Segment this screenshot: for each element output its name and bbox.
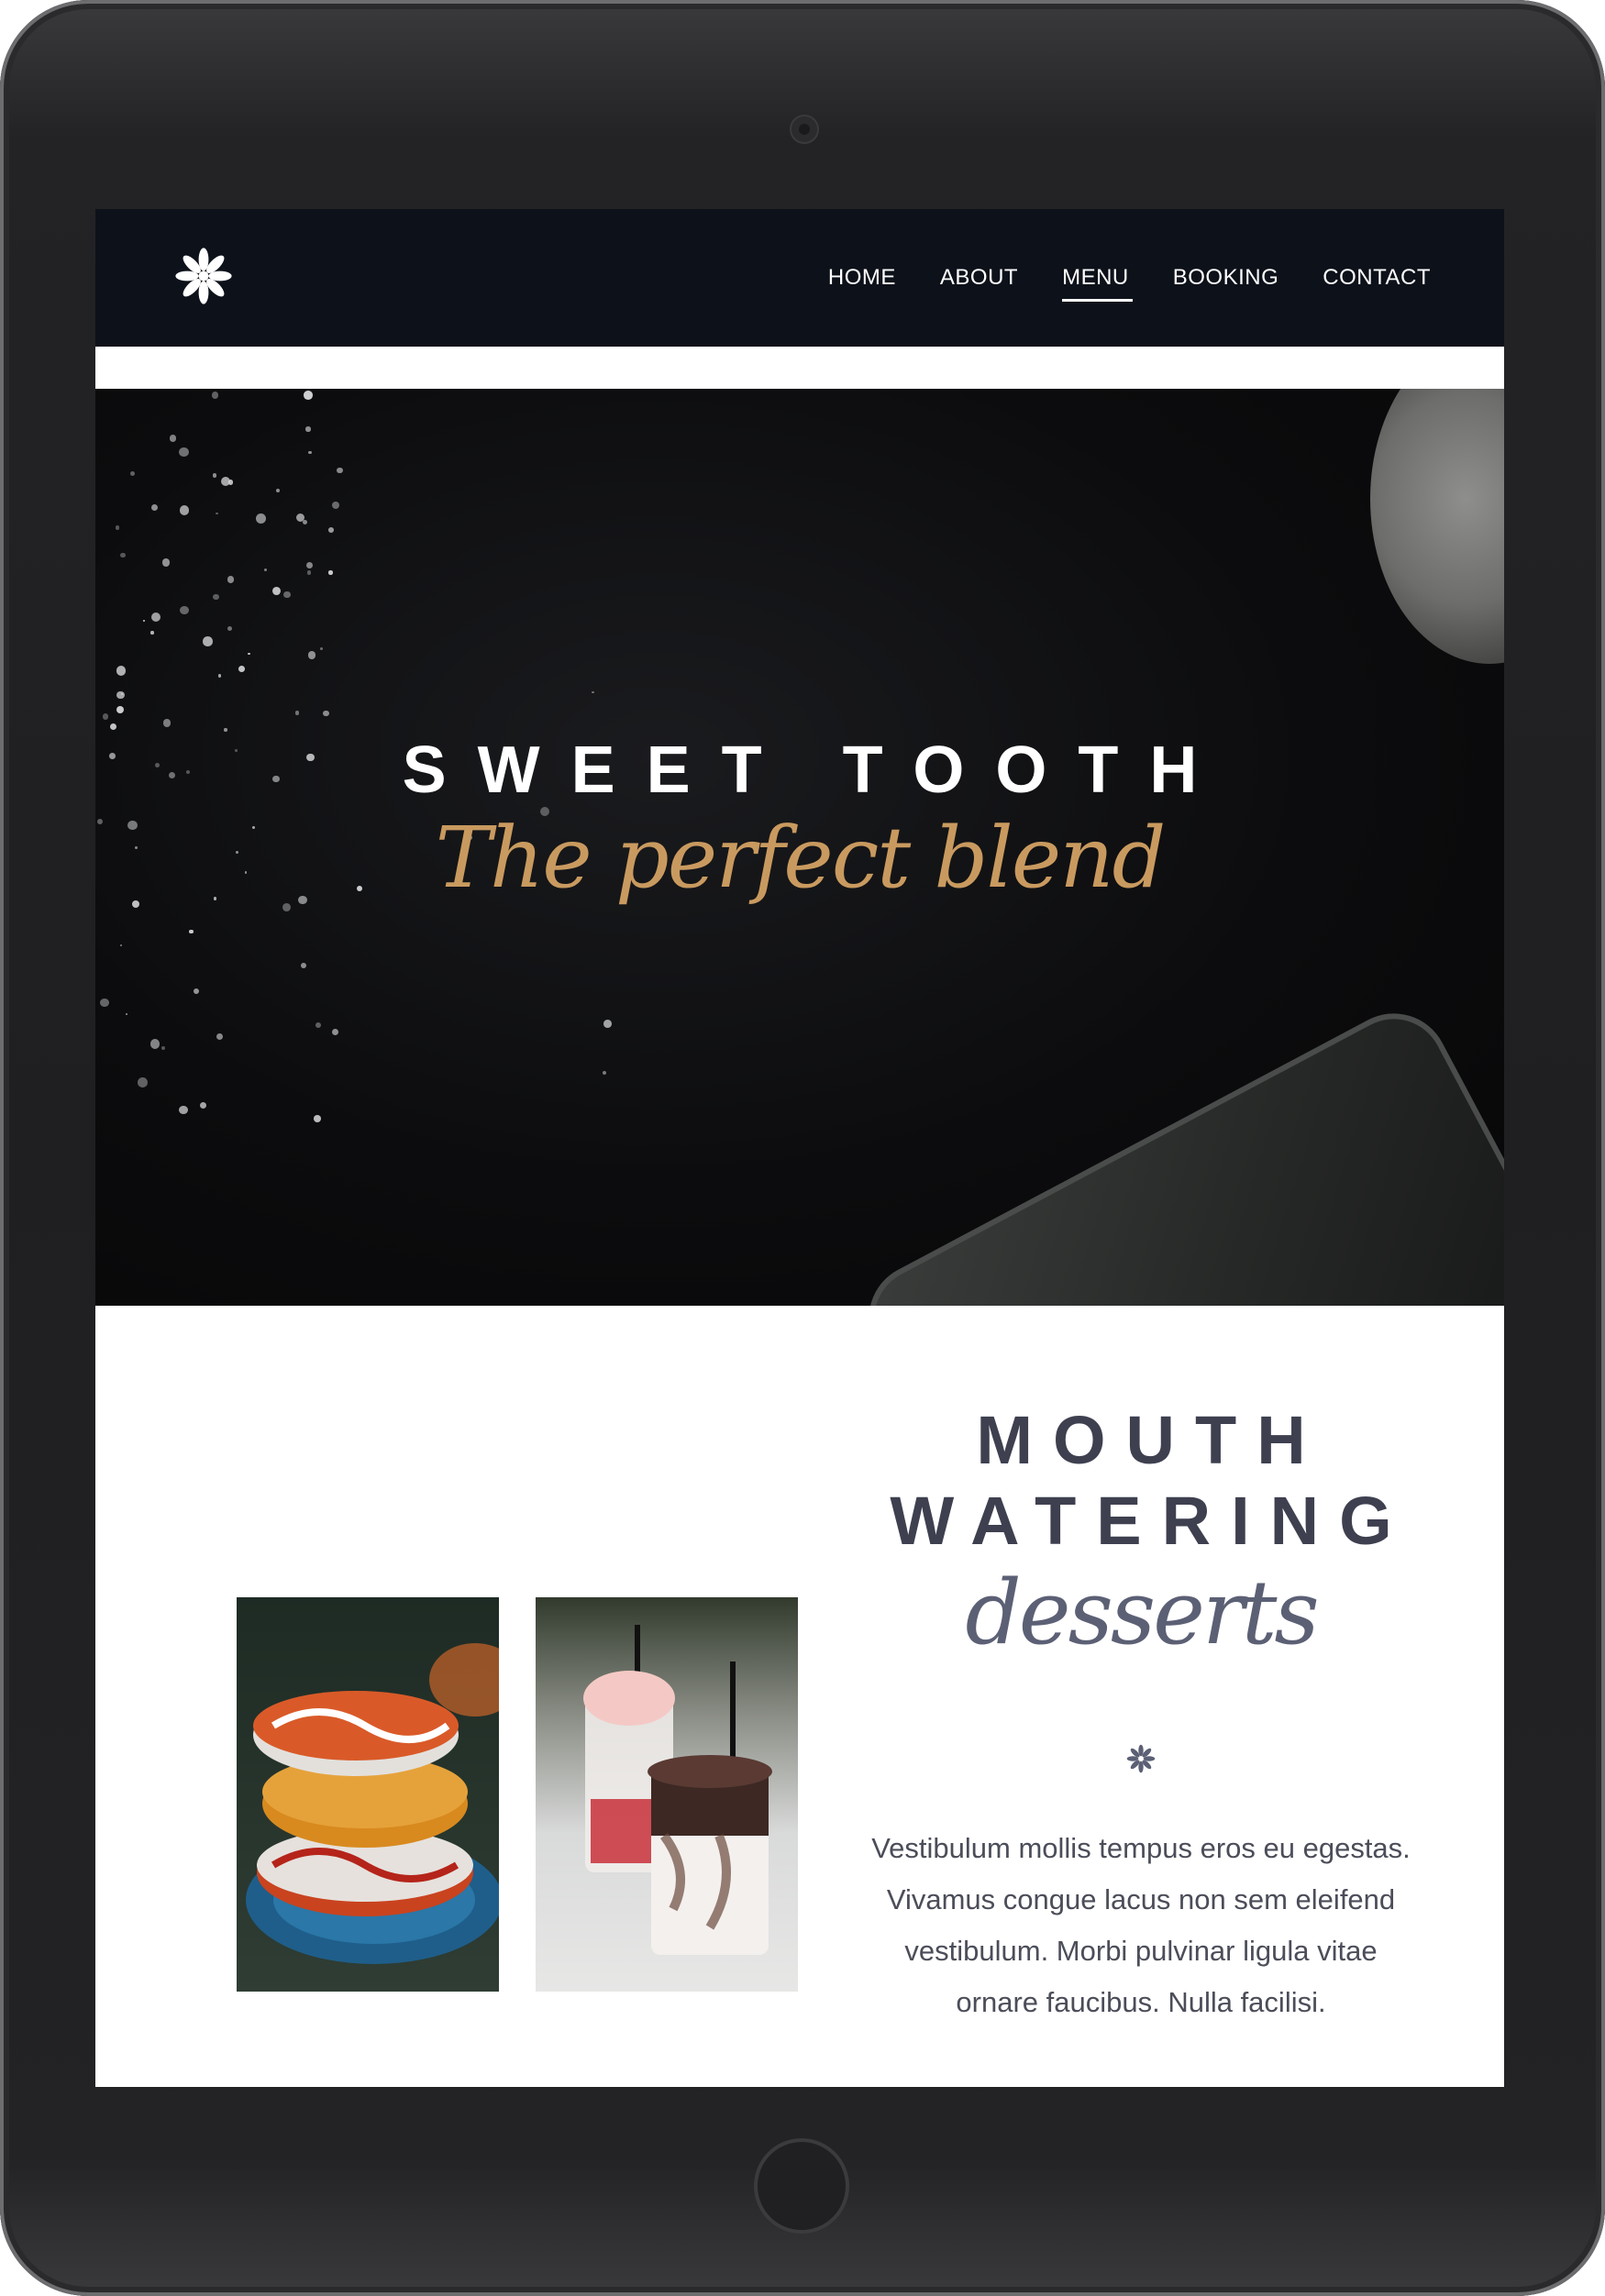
- sprinkle-dot: [102, 713, 109, 721]
- sprinkle-dot: [203, 636, 213, 646]
- sprinkle-dot: [213, 593, 219, 601]
- sprinkle-dot: [100, 998, 110, 1008]
- sprinkle-dot: [308, 451, 312, 455]
- sprinkle-dot: [116, 690, 125, 699]
- sprinkle-dot: [179, 1105, 188, 1115]
- sprinkle-dot: [150, 631, 154, 635]
- sprinkle-dot: [120, 552, 126, 558]
- nav-about[interactable]: ABOUT: [940, 259, 1018, 296]
- sprinkle-dot: [216, 1033, 223, 1041]
- sprinkle-dot: [305, 561, 314, 569]
- sprinkle-dot: [592, 690, 594, 694]
- sprinkle-dot: [189, 929, 194, 934]
- sprinkle-dot: [227, 576, 235, 583]
- iced-drinks-photo: [536, 1597, 798, 1992]
- sprinkle-dot: [320, 647, 323, 650]
- sprinkle-dot: [304, 391, 313, 400]
- donuts-stack-photo: [237, 1597, 499, 1992]
- sprinkle-dot: [328, 570, 333, 575]
- sprinkle-dot: [180, 605, 189, 614]
- sprinkle-dot: [248, 652, 250, 656]
- front-camera-icon: [790, 115, 819, 144]
- hero-banner: SWEET TOOTH The perfect blend: [95, 389, 1504, 1306]
- sprinkle-dot: [227, 480, 234, 485]
- sprinkle-dot: [323, 710, 329, 717]
- sprinkle-dot: [151, 504, 159, 512]
- sprinkle-dot: [313, 1114, 321, 1122]
- sprinkle-dot: [276, 488, 281, 492]
- hero-subtitle: The perfect blend: [435, 809, 1167, 907]
- sprinkle-dot: [603, 1020, 612, 1029]
- sprinkle-dot: [179, 447, 189, 458]
- sprinkle-dot: [194, 988, 200, 994]
- sprinkle-dot: [305, 426, 311, 432]
- top-navbar: HOME ABOUT MENU BOOKING CONTACT: [95, 209, 1504, 347]
- sprinkle-dot: [602, 1071, 606, 1076]
- sprinkle-dot: [337, 467, 343, 474]
- sprinkle-dot: [294, 711, 300, 715]
- sprinkle-dot: [116, 705, 124, 713]
- tray-decoration: [849, 994, 1504, 1306]
- section-title-line1: MOUTH: [976, 1402, 1326, 1478]
- bowl-decoration: [1370, 389, 1504, 664]
- sprinkle-dot: [300, 962, 307, 969]
- sprinkle-dot: [212, 473, 216, 478]
- sprinkle-dot: [116, 666, 126, 676]
- sprinkle-dot: [217, 674, 222, 678]
- sprinkle-dot: [200, 1102, 207, 1109]
- sprinkle-dot: [331, 1028, 338, 1036]
- sprinkle-dot: [263, 568, 267, 572]
- sprinkle-dot: [255, 513, 266, 524]
- section-body-text: Vestibulum mollis tempus eros eu egestas…: [871, 1832, 1411, 2018]
- sprinkle-dot: [119, 944, 123, 947]
- sprinkle-dot: [306, 570, 312, 575]
- section-title-line2: WATERING: [890, 1483, 1412, 1559]
- nav-booking[interactable]: BOOKING: [1173, 259, 1279, 296]
- nav-contact[interactable]: CONTACT: [1323, 259, 1431, 296]
- sprinkle-dot: [224, 728, 227, 732]
- home-button[interactable]: [754, 2138, 849, 2234]
- sprinkle-dot: [130, 471, 136, 477]
- sprinkle-dot: [162, 719, 172, 727]
- asterisk-icon: [1126, 1744, 1156, 1773]
- sprinkle-dot: [307, 650, 316, 659]
- sprinkle-dot: [179, 505, 189, 515]
- sprinkle-dot: [211, 391, 219, 399]
- section-title-script: desserts: [965, 1562, 1319, 1664]
- sprinkle-dot: [149, 1039, 160, 1050]
- tablet-frame: HOME ABOUT MENU BOOKING CONTACT SWEET TO…: [0, 0, 1605, 2296]
- nav-home[interactable]: HOME: [828, 259, 896, 296]
- sprinkle-dot: [160, 1046, 165, 1051]
- sprinkle-dot: [331, 502, 339, 510]
- sprinkle-dot: [272, 587, 282, 596]
- sprinkle-dot: [169, 435, 177, 443]
- main-nav: HOME ABOUT MENU BOOKING CONTACT: [828, 209, 1431, 347]
- sprinkle-dot: [283, 591, 291, 599]
- asterisk-flower-icon[interactable]: [171, 243, 237, 309]
- nav-menu[interactable]: MENU: [1062, 259, 1133, 302]
- sprinkle-dot: [227, 625, 233, 632]
- sprinkle-dot: [126, 1012, 128, 1016]
- sprinkle-dot: [315, 1022, 322, 1029]
- sprinkle-dot: [109, 723, 116, 730]
- sprinkle-dot: [150, 613, 160, 623]
- website-screen: HOME ABOUT MENU BOOKING CONTACT SWEET TO…: [95, 209, 1504, 2087]
- sprinkle-dot: [115, 525, 120, 530]
- hero-title: SWEET TOOTH: [402, 734, 1229, 807]
- sprinkle-dot: [216, 512, 218, 515]
- sprinkle-dot: [303, 519, 308, 524]
- sprinkle-dot: [238, 665, 245, 672]
- sprinkle-dot: [143, 619, 146, 623]
- sprinkle-dot: [137, 1077, 148, 1087]
- sprinkle-dot: [161, 558, 171, 567]
- sprinkle-dot: [328, 527, 334, 534]
